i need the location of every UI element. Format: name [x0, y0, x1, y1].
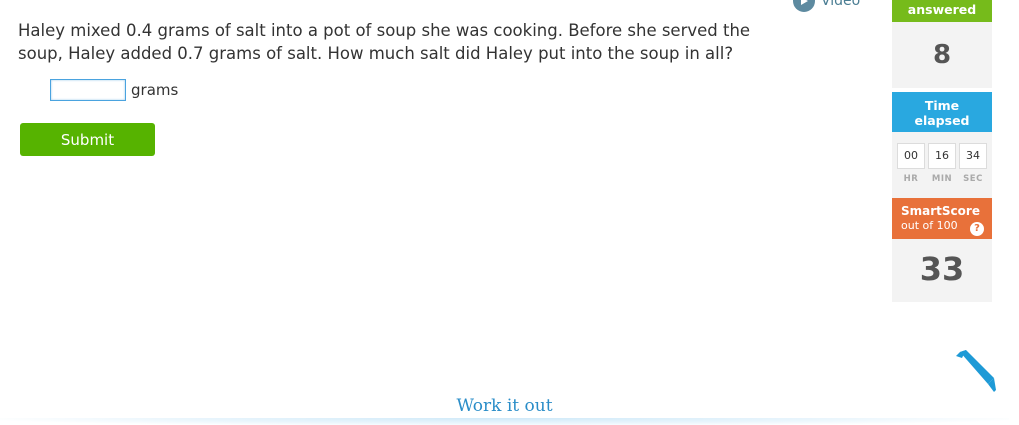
- smartscore-value: 33: [892, 239, 992, 302]
- answer-unit: grams: [131, 81, 179, 99]
- answered-label: answered: [907, 2, 977, 17]
- play-circle-icon: [793, 0, 815, 12]
- submit-button[interactable]: Submit: [20, 123, 155, 156]
- time-label-line1: Time: [924, 98, 960, 113]
- time-unit-labels: HR MIN SEC: [892, 174, 992, 184]
- time-elapsed-header: Time elapsed: [892, 92, 992, 132]
- video-label: Video: [821, 0, 861, 9]
- video-link[interactable]: Video: [793, 0, 860, 12]
- answer-input[interactable]: [50, 79, 126, 101]
- smartscore-header: SmartScore out of 100 ?: [892, 198, 992, 239]
- time-elapsed-box: 00 16 34 HR MIN SEC: [892, 132, 992, 198]
- work-it-out-link[interactable]: Work it out: [0, 396, 1009, 416]
- divider-glow: [0, 418, 1009, 425]
- time-label-line2: elapsed: [914, 113, 970, 128]
- time-hours: 00: [897, 143, 925, 169]
- practice-page: Haley mixed 0.4 grams of salt into a pot…: [0, 0, 1019, 425]
- stats-sidebar: answered 8 Time elapsed 00 16 34 HR MIN …: [892, 0, 992, 302]
- question-circle-icon[interactable]: ?: [970, 222, 984, 236]
- pencil-icon[interactable]: [950, 348, 996, 394]
- question-text: Haley mixed 0.4 grams of salt into a pot…: [18, 21, 751, 63]
- hr-label: HR: [903, 174, 919, 184]
- answer-row: grams: [50, 79, 178, 101]
- min-label: MIN: [931, 174, 953, 184]
- work-it-out-label: Work it out: [456, 396, 553, 416]
- answered-header: answered: [892, 0, 992, 22]
- smartscore-title: SmartScore: [901, 204, 980, 218]
- time-minutes: 16: [928, 143, 956, 169]
- sec-label: SEC: [963, 174, 983, 184]
- answered-count: 8: [892, 22, 992, 88]
- time-seconds: 34: [959, 143, 987, 169]
- time-cells: 00 16 34: [892, 143, 992, 169]
